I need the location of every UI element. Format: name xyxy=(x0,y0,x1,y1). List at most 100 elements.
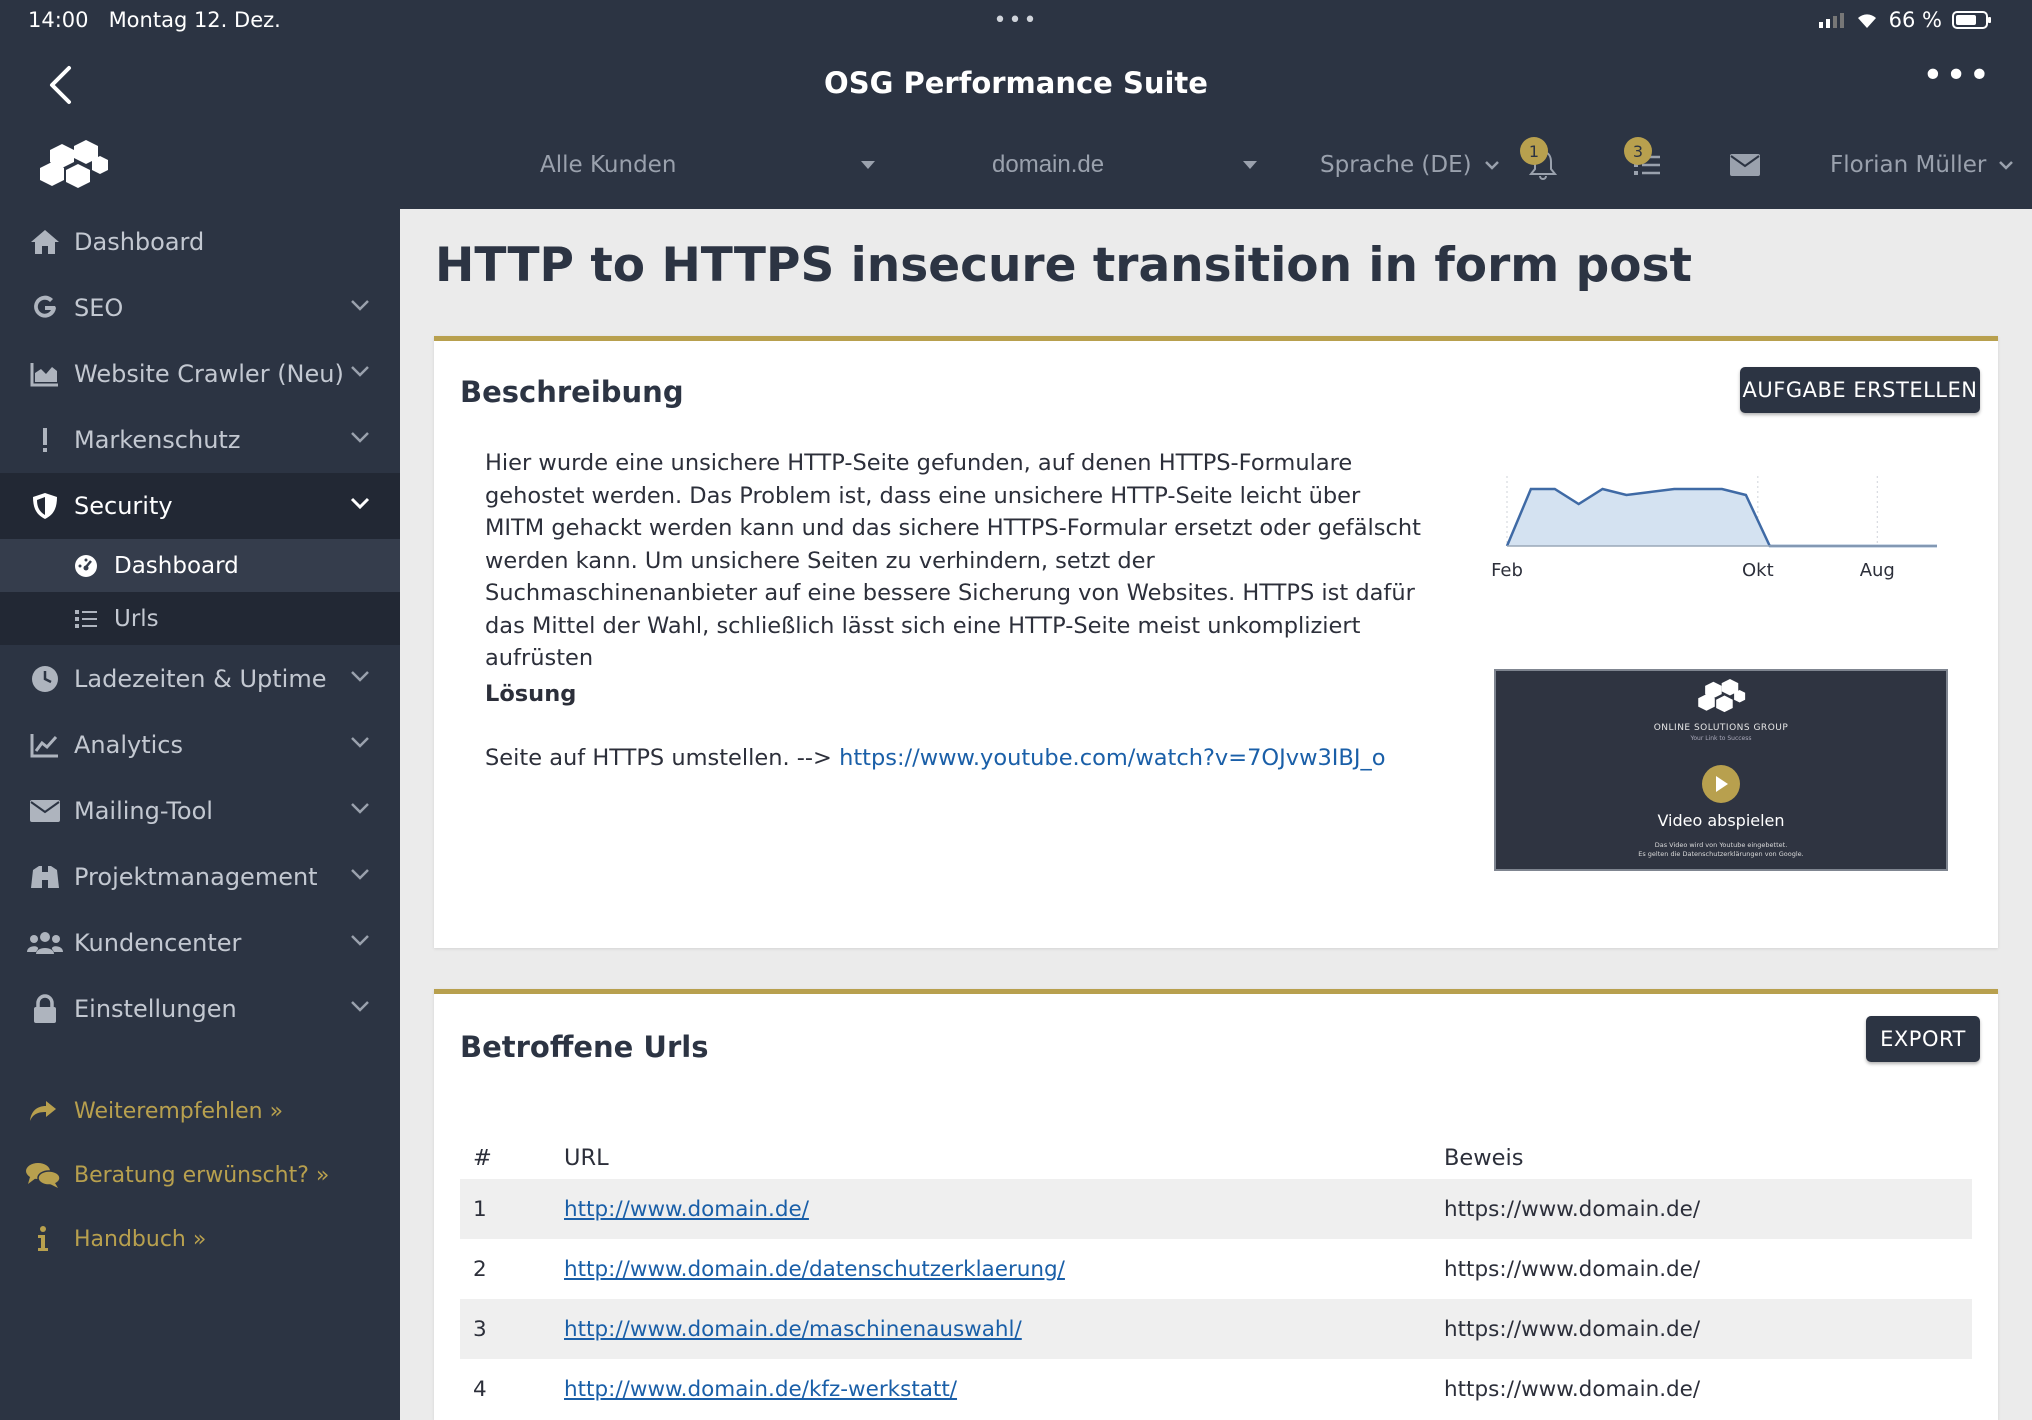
top-bar: 14:00 Montag 12. Dez. ••• 66 % OSG Perfo… xyxy=(0,0,2032,209)
sidebar-subitem-label: Dashboard xyxy=(114,552,239,579)
notifications-button[interactable]: 1 xyxy=(1520,137,1558,185)
battery-icon xyxy=(1952,11,1991,29)
row-url-link[interactable]: http://www.domain.de/maschinenauswahl/ xyxy=(564,1317,1022,1342)
solution-heading: Lösung xyxy=(485,681,577,707)
binoculars-icon xyxy=(31,866,59,888)
more-options-button[interactable]: ••• xyxy=(1922,58,1992,94)
sidebar-item-label: Kundencenter xyxy=(74,929,242,957)
video-player[interactable]: ONLINE SOLUTIONS GROUP Your Link to Succ… xyxy=(1494,669,1948,871)
play-button[interactable] xyxy=(1702,765,1740,803)
chevron-down-icon xyxy=(1999,161,2014,170)
solution-text-label: Seite auf HTTPS umstellen. --> xyxy=(485,745,832,771)
chevron-down-icon xyxy=(351,737,369,748)
chevron-down-icon xyxy=(351,300,369,311)
chart-x-tick-label: Feb xyxy=(1492,560,1523,581)
status-date: Montag 12. Dez. xyxy=(108,8,281,32)
chevron-down-icon xyxy=(350,497,370,509)
sidebar-item-label: Einstellungen xyxy=(74,995,237,1023)
tasks-button[interactable]: 3 xyxy=(1624,137,1662,185)
customer-select[interactable]: Alle Kunden xyxy=(540,145,875,185)
table-row: 4 http://www.domain.de/kfz-werkstatt/ ht… xyxy=(460,1359,1972,1419)
messages-button[interactable] xyxy=(1730,145,1760,185)
google-icon xyxy=(34,295,56,318)
sidebar-link-label: Beratung erwünscht? » xyxy=(74,1162,330,1188)
description-heading: Beschreibung xyxy=(460,375,684,409)
sidebar-link-beratung[interactable]: Beratung erwünscht? » xyxy=(0,1150,400,1200)
video-brand: ONLINE SOLUTIONS GROUP xyxy=(1653,723,1789,733)
table-row: 3 http://www.domain.de/maschinenauswahl/… xyxy=(460,1299,1972,1359)
status-indicators: 66 % xyxy=(1818,8,1992,32)
dashboard-gauge-icon xyxy=(75,554,97,577)
tasks-badge: 3 xyxy=(1624,137,1652,165)
sidebar-subitem-security-urls[interactable]: Urls xyxy=(0,592,400,645)
trend-chart: Feb Okt Aug xyxy=(1492,476,1937,581)
domain-select[interactable]: domain.de xyxy=(992,145,1257,185)
sidebar-item-website-crawler[interactable]: Website Crawler (Neu) xyxy=(0,341,400,407)
sidebar-item-label: Dashboard xyxy=(74,228,205,256)
sidebar-item-mailing-tool[interactable]: Mailing-Tool xyxy=(0,778,400,844)
sidebar-subitem-label: Urls xyxy=(114,605,159,632)
customer-select-value: Alle Kunden xyxy=(540,152,677,178)
clock-icon xyxy=(32,666,58,692)
affected-urls-heading: Betroffene Urls xyxy=(460,1030,709,1064)
chart-x-tick-label: Aug xyxy=(1860,560,1895,581)
row-url-link[interactable]: http://www.domain.de/kfz-werkstatt/ xyxy=(564,1377,957,1402)
notifications-badge: 1 xyxy=(1520,137,1548,165)
sidebar-item-label: Ladezeiten & Uptime xyxy=(74,665,327,693)
home-icon xyxy=(31,230,59,254)
sidebar-item-projektmanagement[interactable]: Projektmanagement xyxy=(0,844,400,910)
app-title: OSG Performance Suite xyxy=(824,66,1208,100)
row-url-link[interactable]: http://www.domain.de/ xyxy=(564,1197,809,1222)
sidebar-item-markenschutz[interactable]: Markenschutz xyxy=(0,407,400,473)
table-row: 1 http://www.domain.de/ https://www.doma… xyxy=(460,1179,1972,1239)
solution-text: Seite auf HTTPS umstellen. --> https://w… xyxy=(485,745,1386,771)
sidebar-item-dashboard[interactable]: Dashboard xyxy=(0,209,400,275)
chevron-down-icon xyxy=(351,366,369,377)
table-row: 2 http://www.domain.de/datenschutzerklae… xyxy=(460,1239,1972,1299)
create-task-button[interactable]: AUFGABE ERSTELLEN xyxy=(1740,367,1980,413)
share-icon xyxy=(30,1101,56,1121)
sidebar-link-handbuch[interactable]: Handbuch » xyxy=(0,1214,400,1264)
solution-youtube-link[interactable]: https://www.youtube.com/watch?v=7OJvw3IB… xyxy=(839,745,1385,771)
row-proof: https://www.domain.de/ xyxy=(1444,1377,1701,1402)
status-time-date: 14:00 Montag 12. Dez. xyxy=(28,8,281,32)
description-card: Beschreibung AUFGABE ERSTELLEN Hier wurd… xyxy=(434,336,1998,948)
sidebar-item-ladezeiten[interactable]: Ladezeiten & Uptime xyxy=(0,646,400,712)
page-title: HTTP to HTTPS insecure transition in for… xyxy=(435,238,1692,293)
sidebar-item-kundencenter[interactable]: Kundencenter xyxy=(0,910,400,976)
sidebar-item-analytics[interactable]: Analytics xyxy=(0,712,400,778)
sidebar-item-seo[interactable]: SEO xyxy=(0,275,400,341)
column-header-url: URL xyxy=(564,1145,609,1171)
caret-down-icon xyxy=(861,161,875,169)
row-number: 1 xyxy=(473,1197,487,1222)
caret-down-icon xyxy=(1243,161,1257,169)
play-icon xyxy=(1716,776,1728,792)
sidebar-link-weiterempfehlen[interactable]: Weiterempfehlen » xyxy=(0,1086,400,1136)
description-text: Hier wurde eine unsichere HTTP-Seite gef… xyxy=(485,450,1421,671)
domain-select-value: domain.de xyxy=(992,151,1105,178)
row-proof: https://www.domain.de/ xyxy=(1444,1197,1701,1222)
language-dropdown[interactable]: Sprache (DE) xyxy=(1320,145,1500,185)
table-header: # URL Beweis xyxy=(460,1137,1972,1179)
sidebar-item-security[interactable]: Security xyxy=(0,473,400,539)
column-header-proof: Beweis xyxy=(1444,1145,1524,1171)
sidebar-item-label: Website Crawler (Neu) xyxy=(74,360,344,388)
user-menu[interactable]: Florian Müller xyxy=(1830,145,2014,185)
chevron-down-icon xyxy=(351,935,369,946)
area-chart-icon xyxy=(30,363,58,387)
chevron-down-icon xyxy=(351,1001,369,1012)
column-header-number: # xyxy=(473,1145,492,1171)
video-note-line: Das Video wird von Youtube eingebettet. xyxy=(1654,841,1788,849)
row-url-link[interactable]: http://www.domain.de/datenschutzerklaeru… xyxy=(564,1257,1065,1282)
multitask-dots-icon[interactable]: ••• xyxy=(994,8,1039,33)
sidebar-subitem-security-dashboard[interactable]: Dashboard xyxy=(0,539,400,592)
sidebar-item-einstellungen[interactable]: Einstellungen xyxy=(0,976,400,1042)
envelope-icon xyxy=(1730,154,1760,176)
export-button[interactable]: EXPORT xyxy=(1866,1016,1980,1062)
row-number: 4 xyxy=(473,1377,487,1402)
osg-logo[interactable] xyxy=(36,140,110,198)
sidebar-link-label: Weiterempfehlen » xyxy=(74,1098,284,1124)
chevron-down-icon xyxy=(351,869,369,880)
chart-x-tick-label: Okt xyxy=(1742,560,1774,581)
list-icon xyxy=(75,609,97,628)
